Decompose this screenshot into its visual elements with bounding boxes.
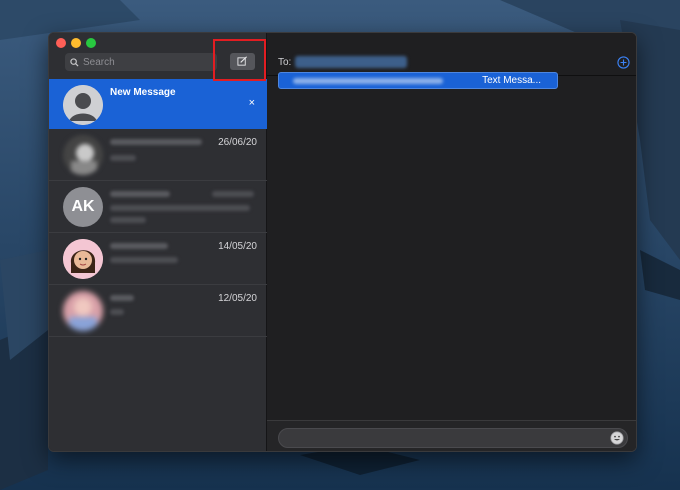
window-controls [56,38,96,48]
photo-avatar-icon [63,135,103,175]
avatar-initials: AK [71,198,95,215]
person-placeholder-icon [63,85,103,125]
blurred-date [212,191,254,197]
conversation-name: New Message [110,87,176,98]
search-input[interactable] [83,56,203,68]
message-pane: To: Text Messa... [267,33,636,451]
avatar [63,85,103,125]
conversation-list: New Message × 26/06/20 AK 14/05/20 12/05… [49,79,267,337]
add-contact-icon[interactable] [617,56,630,69]
avatar [63,239,103,279]
blurred-name [110,191,170,197]
blurred-preview [110,257,178,263]
conversations-sidebar: New Message × 26/06/20 AK [49,33,267,451]
conversation-item[interactable]: 26/06/20 [49,129,267,181]
to-label: To: [278,56,292,68]
maximize-window-button[interactable] [86,38,96,48]
compose-area [267,420,636,451]
conversation-item[interactable]: 12/05/20 [49,285,267,337]
photo-avatar-icon [63,291,103,331]
conversation-item[interactable]: AK [49,181,267,233]
close-icon[interactable]: × [249,97,255,109]
blurred-name [110,295,134,301]
blurred-preview [110,155,136,161]
compose-icon [237,56,248,66]
conversation-date: 12/05/20 [218,293,257,304]
close-window-button[interactable] [56,38,66,48]
messages-window: New Message × 26/06/20 AK [48,32,637,452]
suggestion-service-label: Text Messa... [482,75,541,86]
conversation-new-message[interactable]: New Message × [49,79,267,129]
memoji-avatar-icon [63,239,103,279]
emoji-icon[interactable] [610,431,624,445]
blurred-preview [110,205,250,211]
avatar [63,291,103,331]
conversation-item[interactable]: 14/05/20 [49,233,267,285]
conversation-date: 26/06/20 [218,137,257,148]
message-input[interactable] [278,428,628,448]
compose-new-message-button[interactable] [230,53,255,70]
recipient-suggestion[interactable]: Text Messa... [278,72,558,89]
search-field[interactable] [65,53,217,71]
blurred-preview [110,217,146,223]
blurred-name [110,243,168,249]
minimize-window-button[interactable] [71,38,81,48]
conversation-date: 14/05/20 [218,241,257,252]
recipient-field[interactable] [295,56,408,68]
search-icon [70,57,79,67]
blurred-preview [110,309,124,315]
avatar: AK [63,187,103,227]
recipient-bar: To: [267,51,636,73]
avatar [63,135,103,175]
blurred-name [110,139,202,145]
blurred-phone-number [293,77,443,84]
